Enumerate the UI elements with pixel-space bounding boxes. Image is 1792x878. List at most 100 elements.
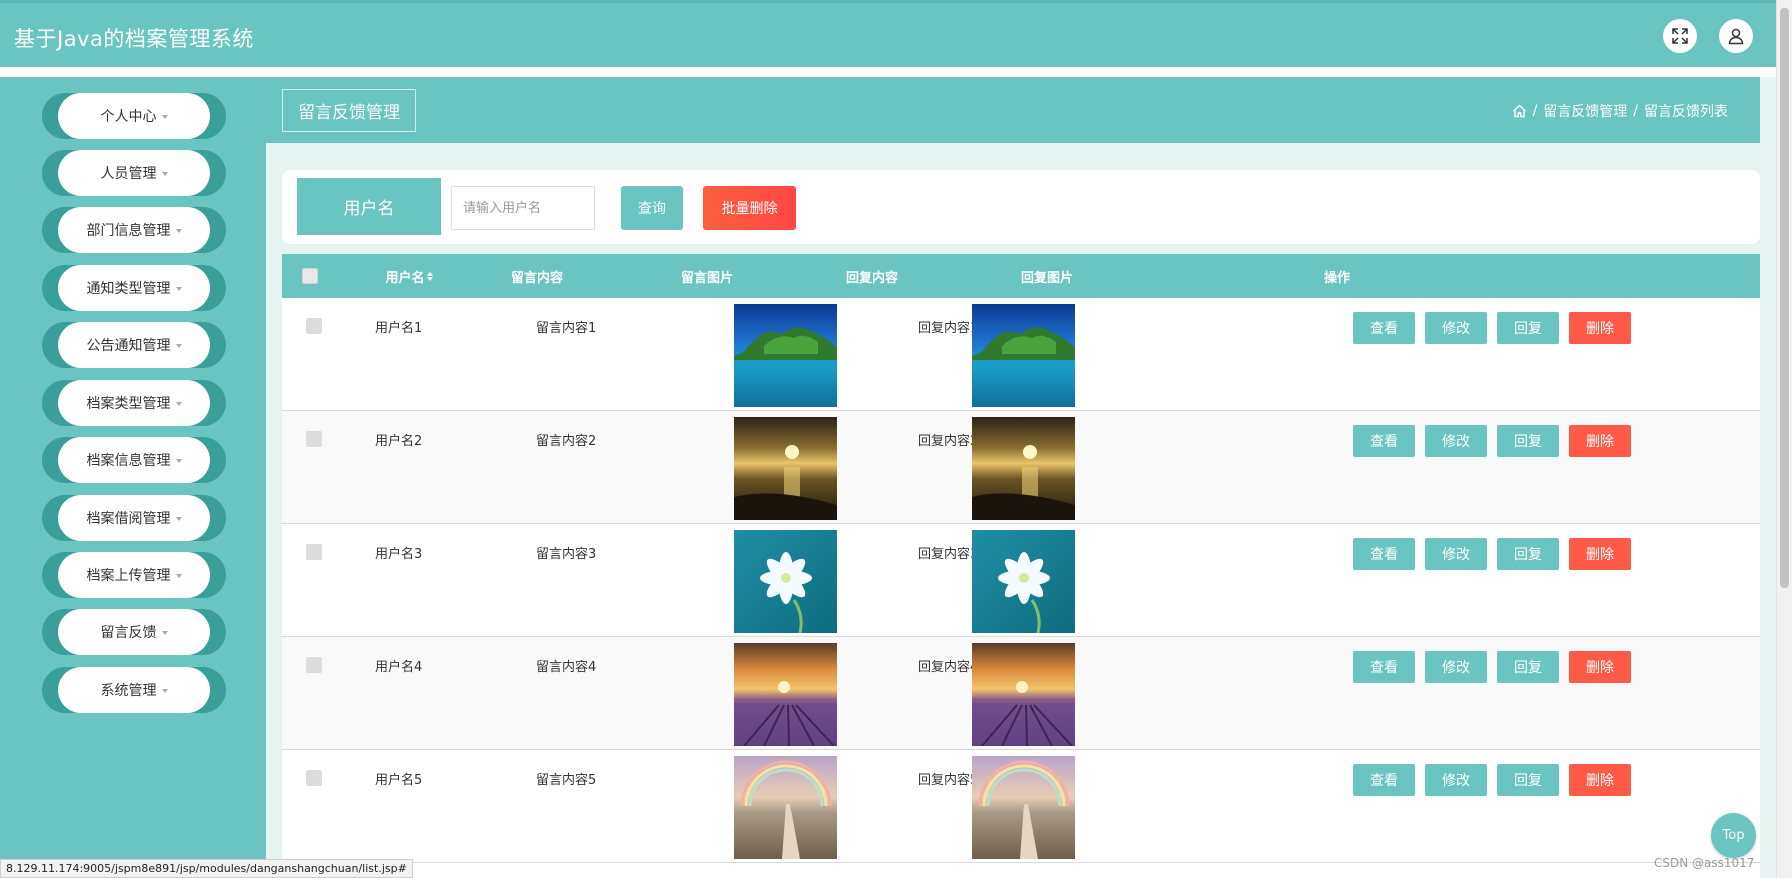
caret-down-icon <box>175 401 182 406</box>
fullscreen-button[interactable] <box>1663 19 1697 53</box>
sidebar-item-notice-type[interactable]: 通知类型管理 <box>42 265 226 311</box>
column-header-actions: 操作 <box>1323 270 1350 286</box>
breadcrumb-bar: 留言反馈管理 / 留言反馈管理 / 留言反馈列表 <box>266 77 1760 143</box>
column-header-username[interactable]: 用户名 <box>374 254 444 298</box>
column-header-content: 留言内容 <box>510 270 563 286</box>
table-row: 用户名2 留言内容2 回复内容2 查看 修改 回复 删除 <box>282 411 1760 524</box>
reply-image[interactable] <box>972 643 1075 746</box>
caret-down-icon <box>161 171 168 176</box>
select-all-checkbox[interactable] <box>302 254 318 298</box>
home-icon[interactable] <box>1512 104 1527 118</box>
column-header-reply: 回复内容 <box>845 270 898 286</box>
table-header: 用户名 留言内容 留言图片 回复内容 回复图片 操作 <box>282 254 1760 298</box>
view-button[interactable]: 查看 <box>1353 425 1415 457</box>
sidebar-item-label: 档案类型管理 <box>86 396 171 412</box>
reply-cell: 回复内容3 <box>918 547 979 562</box>
delete-button[interactable]: 删除 <box>1569 538 1631 570</box>
edit-button[interactable]: 修改 <box>1425 312 1487 344</box>
table-row: 用户名4 留言内容4 回复内容4 查看 修改 回复 删除 <box>282 637 1760 750</box>
sidebar-item-archive-borrow[interactable]: 档案借阅管理 <box>42 495 226 541</box>
caret-down-icon <box>175 343 182 348</box>
reply-image[interactable] <box>972 417 1075 520</box>
reply-image[interactable] <box>972 530 1075 633</box>
delete-button[interactable]: 删除 <box>1569 425 1631 457</box>
table-row: 用户名3 留言内容3 回复内容3 查看 修改 回复 删除 <box>282 524 1760 637</box>
sidebar-item-announcement[interactable]: 公告通知管理 <box>42 322 226 368</box>
scrollbar-thumb[interactable] <box>1780 8 1789 588</box>
row-checkbox[interactable] <box>306 770 322 786</box>
browser-status-bar: 8.129.11.174:9005/jspm8e891/jsp/modules/… <box>0 859 413 878</box>
sidebar-item-archive-info[interactable]: 档案信息管理 <box>42 437 226 483</box>
row-checkbox[interactable] <box>306 318 322 334</box>
breadcrumb-item-current: 留言反馈列表 <box>1644 104 1728 120</box>
search-label: 用户名 <box>297 178 441 235</box>
table-row: 用户名1 留言内容1 回复内容1 查看 修改 回复 删除 <box>282 298 1760 411</box>
row-checkbox[interactable] <box>306 544 322 560</box>
message-image[interactable] <box>734 643 837 746</box>
back-to-top-button[interactable]: Top <box>1711 813 1756 858</box>
reply-button[interactable]: 回复 <box>1497 312 1559 344</box>
sidebar-item-archive-type[interactable]: 档案类型管理 <box>42 380 226 426</box>
username-cell: 用户名3 <box>375 547 423 562</box>
reply-button[interactable]: 回复 <box>1497 538 1559 570</box>
main-content: 留言反馈管理 / 留言反馈管理 / 留言反馈列表 用户名 查询 批量删除 用户名… <box>266 77 1776 878</box>
username-cell: 用户名2 <box>375 434 423 449</box>
view-button[interactable]: 查看 <box>1353 764 1415 796</box>
reply-image[interactable] <box>972 756 1075 859</box>
username-search-input[interactable] <box>451 186 595 230</box>
row-checkbox[interactable] <box>306 431 322 447</box>
column-header-reply-image: 回复图片 <box>1020 270 1073 286</box>
breadcrumb-item[interactable]: 留言反馈管理 <box>1543 101 1627 121</box>
sidebar-item-label: 部门信息管理 <box>86 223 171 239</box>
row-checkbox[interactable] <box>306 657 322 673</box>
delete-button[interactable]: 删除 <box>1569 651 1631 683</box>
message-image[interactable] <box>734 417 837 520</box>
top-header: 基于Java的档案管理系统 <box>0 0 1776 67</box>
user-menu-button[interactable] <box>1719 19 1753 53</box>
sidebar-item-label: 留言反馈 <box>100 625 157 641</box>
reply-button[interactable]: 回复 <box>1497 425 1559 457</box>
view-button[interactable]: 查看 <box>1353 538 1415 570</box>
edit-button[interactable]: 修改 <box>1425 425 1487 457</box>
query-button[interactable]: 查询 <box>621 186 683 230</box>
fullscreen-icon <box>1672 28 1688 44</box>
sidebar-item-personal-center[interactable]: 个人中心 <box>42 93 226 139</box>
view-button[interactable]: 查看 <box>1353 651 1415 683</box>
reply-cell: 回复内容5 <box>918 773 979 788</box>
batch-delete-button[interactable]: 批量删除 <box>703 186 796 230</box>
edit-button[interactable]: 修改 <box>1425 764 1487 796</box>
content-cell: 留言内容5 <box>536 773 597 788</box>
sidebar-item-system[interactable]: 系统管理 <box>42 667 226 713</box>
message-image[interactable] <box>734 756 837 859</box>
sidebar-item-label: 档案信息管理 <box>86 453 171 469</box>
view-button[interactable]: 查看 <box>1353 312 1415 344</box>
message-image[interactable] <box>734 530 837 633</box>
breadcrumb-separator: / <box>1532 103 1538 119</box>
sidebar-item-feedback[interactable]: 留言反馈 <box>42 609 226 655</box>
sidebar-item-archive-upload[interactable]: 档案上传管理 <box>42 552 226 598</box>
message-image[interactable] <box>734 304 837 407</box>
sidebar-item-department[interactable]: 部门信息管理 <box>42 207 226 253</box>
table-row: 用户名5 留言内容5 回复内容5 查看 修改 回复 删除 <box>282 750 1760 863</box>
content-cell: 留言内容2 <box>536 434 597 449</box>
edit-button[interactable]: 修改 <box>1425 651 1487 683</box>
breadcrumb-separator: / <box>1633 103 1638 119</box>
user-icon <box>1728 28 1744 45</box>
reply-button[interactable]: 回复 <box>1497 764 1559 796</box>
delete-button[interactable]: 删除 <box>1569 312 1631 344</box>
edit-button[interactable]: 修改 <box>1425 538 1487 570</box>
sidebar-item-staff[interactable]: 人员管理 <box>42 150 226 196</box>
delete-button[interactable]: 删除 <box>1569 764 1631 796</box>
page-scrollbar[interactable] <box>1776 0 1792 878</box>
sidebar-item-label: 公告通知管理 <box>86 338 171 354</box>
feedback-table: 用户名 留言内容 留言图片 回复内容 回复图片 操作 用户名1 留言内容1 回复… <box>282 254 1760 878</box>
caret-down-icon <box>175 458 182 463</box>
reply-button[interactable]: 回复 <box>1497 651 1559 683</box>
caret-down-icon <box>161 114 168 119</box>
page-title: 留言反馈管理 <box>282 89 416 132</box>
caret-down-icon <box>161 630 168 635</box>
breadcrumb: / 留言反馈管理 / 留言反馈列表 <box>1512 101 1728 121</box>
caret-down-icon <box>175 573 182 578</box>
username-cell: 用户名5 <box>375 773 423 788</box>
reply-image[interactable] <box>972 304 1075 407</box>
